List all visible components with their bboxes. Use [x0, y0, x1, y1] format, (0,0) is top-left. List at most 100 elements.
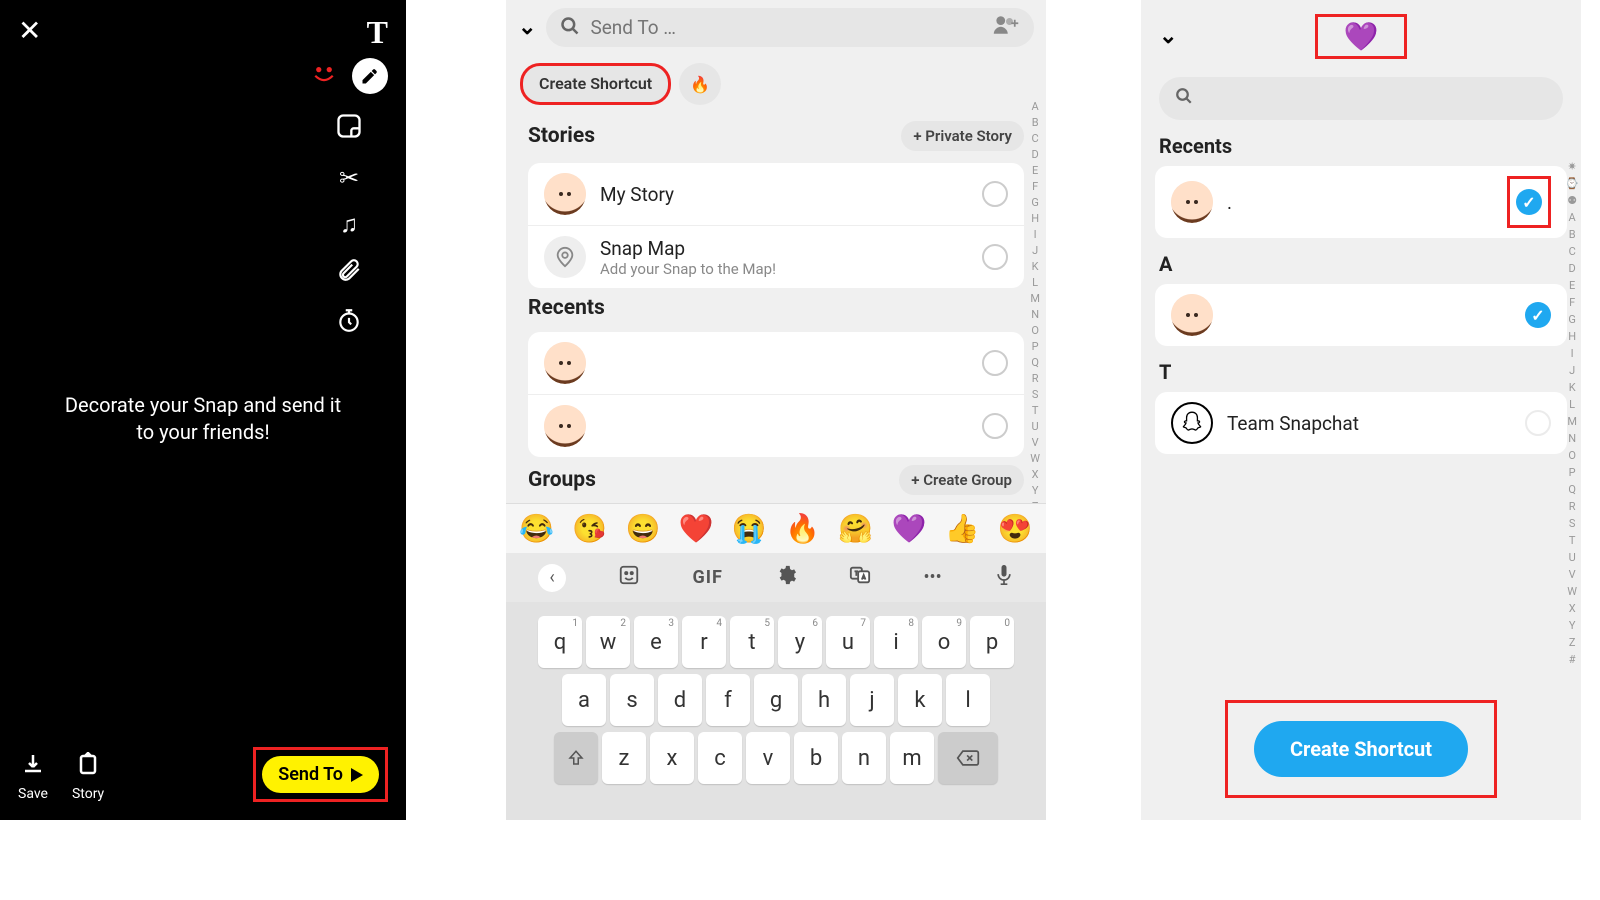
sticker-smiley-icon[interactable]: [310, 60, 338, 92]
translate-icon[interactable]: [849, 564, 871, 591]
key-o[interactable]: o9: [922, 616, 966, 668]
heart-icon[interactable]: 💜: [1344, 20, 1379, 53]
draw-tool-icon[interactable]: [352, 58, 388, 94]
sticker-icon[interactable]: [335, 112, 363, 146]
key-l[interactable]: l: [946, 674, 990, 726]
my-story-row[interactable]: My Story: [528, 163, 1024, 226]
settings-icon[interactable]: [775, 564, 797, 591]
key-m[interactable]: m: [890, 732, 934, 784]
attachment-icon[interactable]: [336, 257, 362, 289]
text-tool-icon[interactable]: T: [367, 14, 388, 51]
key-y[interactable]: y6: [778, 616, 822, 668]
timer-icon[interactable]: [336, 307, 362, 339]
download-icon: [21, 752, 45, 782]
shortcut-header: ⌄ 💜: [1141, 0, 1581, 73]
team-snapchat-label: Team Snapchat: [1227, 412, 1525, 435]
key-i[interactable]: i8: [874, 616, 918, 668]
key-d[interactable]: d: [658, 674, 702, 726]
search-bar[interactable]: [546, 8, 1034, 47]
create-shortcut-chip[interactable]: Create Shortcut: [520, 63, 671, 105]
alpha-index[interactable]: ✷⌚⚉ABCDEFGHIJKLMNOPQRSTUVWXYZ#: [1565, 160, 1579, 666]
chevron-down-icon[interactable]: ⌄: [518, 15, 536, 40]
keyboard[interactable]: q1w2e3r4t5y6u7i8o9p0 asdfghjkl zxcvbnm: [506, 602, 1046, 820]
key-w[interactable]: w2: [586, 616, 630, 668]
team-snapchat-row[interactable]: Team Snapchat: [1155, 392, 1567, 454]
more-icon[interactable]: •••: [923, 567, 941, 588]
decorate-message: Decorate your Snap and send it to your f…: [50, 380, 356, 458]
recent-row[interactable]: [528, 332, 1024, 395]
recent-row[interactable]: [528, 395, 1024, 457]
select-radio[interactable]: [982, 244, 1008, 270]
emoji-suggestion[interactable]: 😄: [626, 512, 661, 545]
select-radio[interactable]: [1525, 410, 1551, 436]
emoji-suggestion[interactable]: 👍: [945, 512, 980, 545]
save-label: Save: [18, 786, 48, 802]
groups-title: Groups: [528, 468, 596, 492]
select-radio[interactable]: [982, 413, 1008, 439]
create-group-button[interactable]: + Create Group: [899, 465, 1024, 495]
select-radio[interactable]: [982, 350, 1008, 376]
keyboard-toolbar: ‹ GIF •••: [506, 553, 1046, 602]
scissors-icon[interactable]: ✂: [339, 164, 359, 192]
key-z[interactable]: z: [602, 732, 646, 784]
emoji-suggestion[interactable]: 😘: [572, 512, 607, 545]
emoji-suggestion[interactable]: 😭: [732, 512, 767, 545]
chevron-down-icon[interactable]: ⌄: [1159, 24, 1177, 49]
key-c[interactable]: c: [698, 732, 742, 784]
sendto-button[interactable]: Send To: [262, 756, 379, 793]
key-g[interactable]: g: [754, 674, 798, 726]
shortcut-search[interactable]: [1159, 77, 1563, 120]
emoji-suggestion[interactable]: 😍: [998, 512, 1033, 545]
key-u[interactable]: u7: [826, 616, 870, 668]
gif-button[interactable]: GIF: [692, 567, 722, 588]
create-shortcut-panel: ⌄ 💜 Recents . ✓ A ✓ T Team Snapchat: [1141, 0, 1581, 820]
contact-row[interactable]: ✓: [1155, 284, 1567, 346]
key-p[interactable]: p0: [970, 616, 1014, 668]
key-v[interactable]: v: [746, 732, 790, 784]
sticker-keyboard-icon[interactable]: [618, 564, 640, 591]
search-input[interactable]: [590, 16, 982, 39]
selected-check-icon[interactable]: ✓: [1525, 302, 1551, 328]
select-radio[interactable]: [982, 181, 1008, 207]
key-r[interactable]: r4: [682, 616, 726, 668]
key-h[interactable]: h: [802, 674, 846, 726]
fire-shortcut-chip[interactable]: 🔥: [679, 63, 721, 105]
key-x[interactable]: x: [650, 732, 694, 784]
key-t[interactable]: t5: [730, 616, 774, 668]
create-shortcut-button[interactable]: Create Shortcut: [1254, 721, 1468, 777]
key-b[interactable]: b: [794, 732, 838, 784]
editor-bottombar: Save Story Send To: [18, 747, 388, 802]
snap-map-row[interactable]: Snap Map Add your Snap to the Map!: [528, 226, 1024, 288]
emoji-suggestion[interactable]: 💜: [891, 512, 926, 545]
section-t-card: Team Snapchat: [1155, 392, 1567, 454]
recent-row[interactable]: . ✓: [1155, 166, 1567, 238]
search-icon: [560, 16, 580, 40]
key-s[interactable]: s: [610, 674, 654, 726]
key-q[interactable]: q1: [538, 616, 582, 668]
kbd-back-icon[interactable]: ‹: [538, 564, 566, 592]
story-button[interactable]: Story: [72, 752, 104, 802]
sendto-panel: ⌄ Create Shortcut 🔥 Stories + Private St…: [506, 0, 1046, 820]
shift-key[interactable]: [554, 732, 598, 784]
key-n[interactable]: n: [842, 732, 886, 784]
save-button[interactable]: Save: [18, 752, 48, 802]
mic-icon[interactable]: [994, 563, 1014, 592]
emoji-suggestion[interactable]: 🔥: [785, 512, 820, 545]
private-story-button[interactable]: + Private Story: [901, 121, 1024, 151]
key-e[interactable]: e3: [634, 616, 678, 668]
key-a[interactable]: a: [562, 674, 606, 726]
emoji-suggestion[interactable]: 😂: [519, 512, 554, 545]
selected-check-icon[interactable]: ✓: [1516, 189, 1542, 215]
snap-editor-panel: ✕ T ✂ ♫ Decorate your Snap and send it t…: [0, 0, 406, 820]
emoji-suggestion[interactable]: 🤗: [838, 512, 873, 545]
emoji-suggestion[interactable]: ❤️: [679, 512, 714, 545]
key-j[interactable]: j: [850, 674, 894, 726]
add-friend-icon[interactable]: [992, 14, 1020, 41]
key-f[interactable]: f: [706, 674, 750, 726]
alpha-index[interactable]: ABCDEFGHIJKLMNOPQRSTUVWXYZ#: [1030, 100, 1040, 529]
backspace-key[interactable]: [938, 732, 998, 784]
close-icon[interactable]: ✕: [18, 14, 41, 51]
emoji-suggestions[interactable]: 😂 😘 😄 ❤️ 😭 🔥 🤗 💜 👍 😍: [506, 503, 1046, 553]
key-k[interactable]: k: [898, 674, 942, 726]
music-icon[interactable]: ♫: [340, 210, 358, 239]
